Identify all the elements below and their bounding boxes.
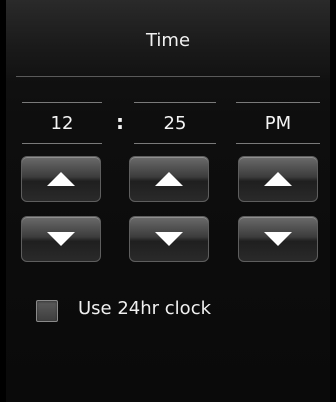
hour-up-button[interactable]: [21, 156, 101, 202]
triangle-down-icon: [47, 232, 75, 246]
time-settings-screen: Time 12 : 25 PM Use 24hr clock: [0, 0, 336, 402]
title-divider: [16, 76, 320, 77]
minute-down-button[interactable]: [129, 216, 209, 262]
period-up-button[interactable]: [238, 156, 318, 202]
use-24hr-label: Use 24hr clock: [78, 298, 212, 319]
use-24hr-checkbox[interactable]: [36, 300, 58, 322]
minute-field[interactable]: 25: [134, 102, 216, 144]
time-separator: :: [116, 110, 124, 134]
triangle-up-icon: [155, 172, 183, 186]
hour-down-button[interactable]: [21, 216, 101, 262]
period-down-button[interactable]: [238, 216, 318, 262]
page-title: Time: [145, 30, 191, 51]
hour-field[interactable]: 12: [22, 102, 102, 144]
triangle-down-icon: [155, 232, 183, 246]
period-field[interactable]: PM: [236, 102, 320, 144]
triangle-up-icon: [264, 172, 292, 186]
triangle-up-icon: [47, 172, 75, 186]
screen-edge-right: [330, 0, 336, 402]
minute-up-button[interactable]: [129, 156, 209, 202]
triangle-down-icon: [264, 232, 292, 246]
